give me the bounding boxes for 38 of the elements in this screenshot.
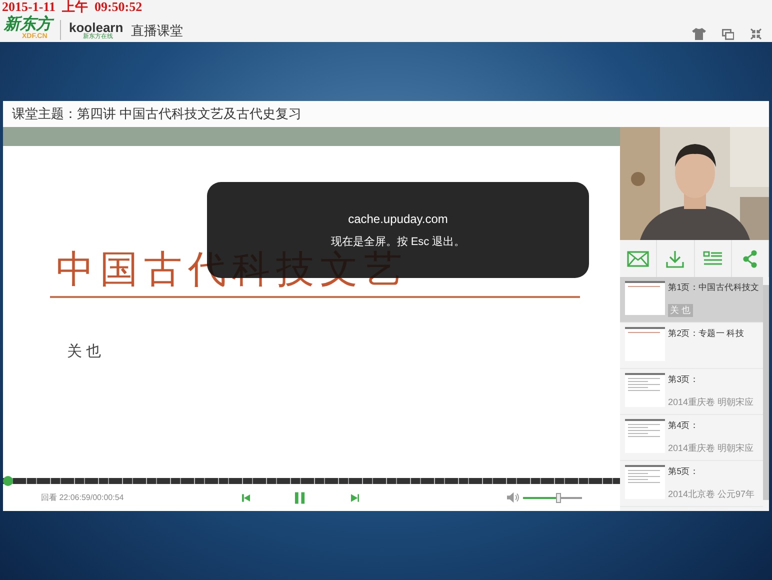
page-title: 第4页：: [668, 419, 700, 432]
playback-time: 回看 22:06:59/00:00:54: [41, 492, 125, 504]
page-title: 第1页：中国古代科技文: [668, 281, 760, 294]
page-title: 第2页：专题一 科技: [668, 327, 744, 340]
progress-handle[interactable]: [3, 476, 13, 486]
speaker-icon[interactable]: [507, 492, 520, 503]
slide-thumbnail: [625, 465, 665, 499]
page-subtitle: 2014北京卷 公元97年: [668, 488, 755, 501]
page-subtitle: 2014重庆卷 明朝宋应: [668, 396, 754, 409]
logo: 新东方: [4, 17, 52, 33]
brand-logo: koolearn: [69, 21, 124, 34]
slide-thumbnail: [625, 373, 665, 407]
slide-thumbnail: [625, 419, 665, 453]
previous-icon[interactable]: [242, 494, 250, 502]
exit-fullscreen-icon[interactable]: [750, 28, 762, 40]
page-title: 第5页：: [668, 465, 700, 478]
slide-thumbnail: [625, 327, 665, 361]
page-subtitle: 2014重庆卷 明朝宋应: [668, 442, 754, 455]
share-icon[interactable]: [742, 250, 758, 268]
page-subtitle: 关 也: [668, 304, 693, 318]
page-title: 第3页：: [668, 373, 700, 386]
mail-icon[interactable]: [627, 250, 650, 266]
page-list-item[interactable]: 第1页：中国古代科技文 关 也: [620, 277, 763, 323]
topic-title: 课堂主题：第四讲 中国古代科技文艺及古代史复习: [12, 105, 302, 124]
scrollbar[interactable]: [763, 285, 769, 500]
app-title: 直播课堂: [131, 22, 184, 40]
volume-handle[interactable]: [556, 492, 562, 502]
timestamp-overlay: 2015-1-11 上午 09:50:52: [2, 0, 142, 13]
slide-author: 关 也: [67, 343, 102, 360]
restore-icon[interactable]: [722, 28, 734, 40]
notice-message: 现在是全屏。按 Esc 退出。: [330, 234, 466, 250]
shirt-icon[interactable]: [692, 28, 706, 40]
download-icon[interactable]: [666, 250, 684, 268]
next-icon[interactable]: [350, 494, 360, 502]
pause-icon[interactable]: [295, 492, 305, 504]
slide-thumbnail: [625, 281, 665, 315]
list-icon[interactable]: [702, 250, 723, 266]
notice-host: cache.upuday.com: [348, 210, 448, 228]
